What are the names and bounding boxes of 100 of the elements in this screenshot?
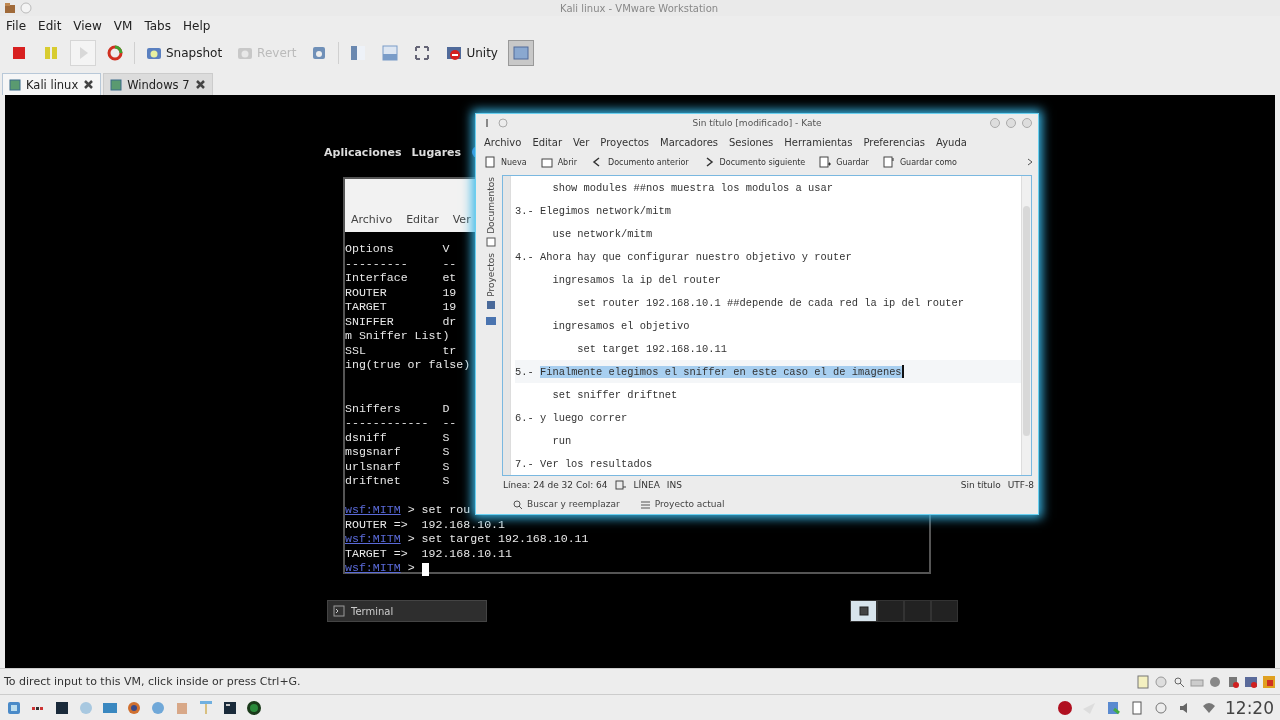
more-icon[interactable]: [1026, 156, 1034, 168]
menu-item[interactable]: Archivo: [484, 136, 522, 148]
toolbar-button[interactable]: Nueva: [482, 156, 535, 168]
menu-item[interactable]: Proyectos: [600, 136, 649, 148]
clock[interactable]: 12:20: [1225, 697, 1274, 718]
menu-item[interactable]: Archivo: [351, 212, 393, 226]
globe-icon[interactable]: [246, 699, 262, 716]
scroll-thumb[interactable]: [1023, 206, 1030, 436]
tool-view-button[interactable]: Proyecto actual: [633, 497, 731, 511]
terminal-text: Interface et: [345, 271, 457, 286]
terminal-text: Sniffers D: [345, 400, 450, 416]
terminal-icon[interactable]: [54, 699, 70, 716]
terminal-text: ROUTER 19: [345, 285, 457, 300]
menu-item[interactable]: Preferencias: [863, 136, 926, 148]
monitor-icon: [110, 78, 123, 91]
vm-tab[interactable]: Windows 7: [103, 73, 213, 95]
code-text: use network/mitm: [551, 227, 653, 240]
notepad-icon[interactable]: [1136, 674, 1150, 689]
unity-button[interactable]: Unity: [441, 40, 502, 66]
menu-item[interactable]: Herramientas: [784, 136, 853, 148]
circle-icon[interactable]: [126, 699, 142, 716]
menu-item[interactable]: Editar: [532, 136, 562, 148]
menu-item[interactable]: Edit: [38, 19, 62, 33]
magnifier-icon[interactable]: [1172, 674, 1186, 689]
power-icon[interactable]: [1153, 699, 1169, 716]
terminal-text: SSL tr: [345, 343, 457, 358]
code-text: ingresamos el objetivo: [551, 319, 690, 332]
status-text[interactable]: UTF-8: [1007, 480, 1034, 490]
menu-item[interactable]: Marcadores: [660, 136, 718, 148]
toolbar-button[interactable]: Documento siguiente: [700, 156, 814, 168]
status-text: Sin título: [960, 480, 1001, 490]
panel-menu[interactable]: Aplicaciones: [324, 145, 402, 159]
maximize-button[interactable]: [1006, 118, 1016, 128]
code-text: 3.- Elegimos network/mitm: [515, 204, 671, 217]
prompt-text: wsf:MITM: [345, 561, 401, 576]
clipboard-icon[interactable]: [1129, 699, 1145, 716]
close-button[interactable]: [1022, 118, 1032, 128]
menu-item[interactable]: Sesiones: [729, 136, 774, 148]
toolbar-button[interactable]: Guardar: [817, 156, 877, 168]
status-text[interactable]: LÍNEA: [633, 480, 660, 490]
vm-tab[interactable]: Kali linux: [2, 73, 102, 95]
disc-icon[interactable]: [1208, 674, 1222, 689]
record-icon[interactable]: [1057, 699, 1073, 716]
monitor-icon: [9, 78, 21, 91]
minimize-button[interactable]: [990, 118, 1000, 128]
menu-item[interactable]: View: [73, 19, 102, 33]
scrollbar[interactable]: [1021, 176, 1031, 475]
terminal-text: ing(true or false): [345, 358, 471, 373]
side-tab[interactable]: Proyectos: [486, 252, 496, 310]
code-text: set router 192.168.10.1 ##depende de cada red la ip del router: [576, 296, 964, 309]
panel-icon[interactable]: [485, 315, 497, 326]
taskbar-button[interactable]: Terminal: [327, 600, 487, 622]
prompt-text: wsf:MITM: [345, 532, 401, 547]
document-icon[interactable]: [1105, 699, 1121, 716]
workspace-switcher[interactable]: [904, 600, 931, 622]
terminal-icon: [333, 605, 345, 617]
terminal-text: dsniff S: [345, 430, 450, 445]
terminal-text: --------- --: [345, 256, 457, 271]
code-text: set target 192.168.10.11: [576, 342, 727, 355]
console-icon: [381, 44, 400, 62]
code-text: 7.- Ver los resultados: [515, 457, 653, 470]
menu-item[interactable]: File: [6, 19, 27, 33]
menu-item[interactable]: Tabs: [144, 19, 171, 33]
close-icon[interactable]: [194, 79, 206, 90]
view-button[interactable]: [507, 40, 534, 66]
menu-item[interactable]: Ayuda: [936, 136, 967, 148]
message-icon[interactable]: [1262, 674, 1276, 689]
menu-item[interactable]: Help: [182, 19, 211, 33]
document-icon: [486, 236, 496, 247]
terminal-text: m Sniffer List): [345, 329, 450, 344]
side-tab[interactable]: Documentos: [486, 177, 496, 247]
terminal-text: > set target 192.168.10.11: [406, 532, 589, 547]
network-icon[interactable]: [1244, 674, 1258, 689]
close-icon[interactable]: [83, 79, 95, 90]
status-text[interactable]: INS: [666, 480, 682, 490]
toolbar-button[interactable]: Documento anterior: [589, 156, 697, 168]
window-icon[interactable]: [6, 699, 22, 716]
code-text: show modules ##nos muestra los modulos a usar: [551, 181, 833, 194]
menu-item[interactable]: Ver: [573, 136, 590, 148]
workspace-switcher[interactable]: [850, 600, 877, 622]
panel-menu[interactable]: Lugares: [411, 145, 462, 159]
terminal-icon[interactable]: [222, 699, 238, 716]
folder-icon: [4, 2, 16, 14]
menu-item[interactable]: Ver: [452, 212, 471, 226]
code-text: ingresamos la ip del router: [551, 273, 721, 286]
toolbar-button[interactable]: Abrir: [538, 156, 585, 168]
toolbar-button[interactable]: Guardar como: [880, 156, 965, 168]
terminal-text: TARGET 19: [345, 300, 457, 315]
menu-item[interactable]: VM: [113, 19, 133, 33]
menu-item[interactable]: Editar: [406, 212, 439, 226]
tool-icon[interactable]: [198, 699, 214, 716]
text-editor[interactable]: [502, 175, 1032, 476]
workspace-switcher[interactable]: [931, 600, 958, 622]
terminal-text: msgsnarf S: [345, 445, 450, 460]
tool-view-button[interactable]: Buscar y reemplazar: [506, 497, 626, 511]
text-cursor: [901, 365, 904, 378]
stop-icon: [10, 44, 28, 62]
workspace-switcher[interactable]: [877, 600, 904, 622]
snapshot-button[interactable]: Snapshot: [141, 40, 227, 66]
printer-icon[interactable]: [1226, 674, 1240, 689]
